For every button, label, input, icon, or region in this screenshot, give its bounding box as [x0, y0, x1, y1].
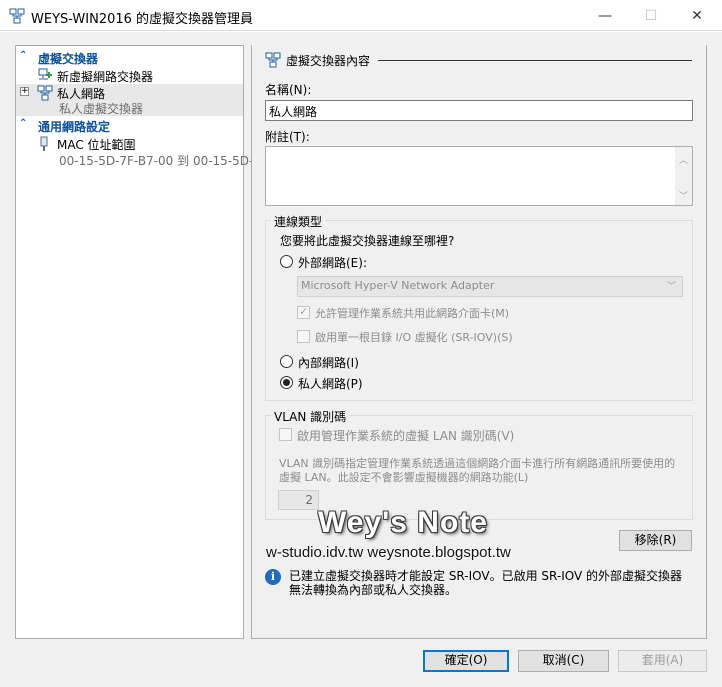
- tree-item-mac-range[interactable]: MAC 位址範圍 00-15-5D-7F-B7-00 到 00-15-5D-7.…: [16, 135, 272, 168]
- vlan-description: VLAN 識別碼指定管理作業系統透過這個網路介面卡進行所有網路通訊所要使用的虛擬…: [279, 457, 676, 484]
- network-switch-icon: [265, 52, 281, 71]
- external-network-label[interactable]: 外部網路(E):: [298, 254, 367, 271]
- cancel-button[interactable]: 取消(C): [518, 650, 609, 672]
- vlan-group-title: VLAN 識別碼: [271, 408, 350, 425]
- connection-question: 您要將此虛擬交換器連線至哪裡?: [280, 234, 455, 248]
- expand-plus-icon[interactable]: +: [20, 87, 29, 96]
- ok-button[interactable]: 確定(O): [423, 650, 509, 672]
- watermark-url: w-studio.idv.tw weysnote.blogspot.tw: [266, 544, 511, 561]
- vlan-enable-checkbox[interactable]: [279, 428, 292, 441]
- tree-item-new-switch[interactable]: 新虛擬網路交換器: [16, 67, 243, 84]
- name-label: 名稱(N):: [265, 83, 312, 97]
- window-title: WEYS-WIN2016 的虛擬交換器管理員: [31, 12, 254, 27]
- virtual-switch-manager-icon: [9, 8, 25, 24]
- tree-item-sublabel: 00-15-5D-7F-B7-00 到 00-15-5D-7...: [59, 154, 273, 168]
- properties-header: 虛擬交換器內容: [286, 54, 371, 68]
- adapter-value: Microsoft Hyper-V Network Adapter: [301, 279, 495, 292]
- chevron-down-icon: ﹀: [666, 282, 676, 292]
- allow-management-os-label[interactable]: 允許管理作業系統共用此網路介面卡(M): [315, 305, 509, 321]
- enable-sriov-checkbox[interactable]: [297, 330, 310, 343]
- mac-address-icon: [38, 136, 50, 155]
- tree-item-private-network[interactable]: + 私人網路 私人虛擬交換器: [16, 84, 243, 116]
- private-network-radio[interactable]: [280, 376, 293, 389]
- minimize-button[interactable]: —: [582, 0, 628, 31]
- internal-network-label[interactable]: 內部網路(I): [298, 354, 359, 371]
- network-adapter-select[interactable]: Microsoft Hyper-V Network Adapter ﹀: [297, 276, 683, 297]
- apply-button[interactable]: 套用(A): [618, 650, 707, 672]
- tree-item-sublabel: 私人虛擬交換器: [59, 102, 144, 116]
- notes-label: 附註(T):: [265, 130, 310, 144]
- notes-textarea[interactable]: [265, 146, 693, 206]
- name-input[interactable]: 私人網路: [265, 100, 693, 121]
- collapse-chevron-icon: ⌃: [19, 50, 28, 61]
- watermark-title: Wey's Note: [318, 506, 488, 539]
- allow-management-os-checkbox[interactable]: [297, 305, 310, 319]
- internal-network-radio[interactable]: [280, 355, 293, 368]
- external-network-radio[interactable]: [280, 255, 293, 268]
- header-divider: [378, 60, 692, 61]
- navigation-pane: ⌃ 虛擬交換器 新虛擬網路交換器 + 私人網路 私人虛擬交換器 ⌃ 通用網路設定…: [15, 45, 272, 639]
- section-virtual-switches[interactable]: ⌃ 虛擬交換器: [16, 49, 243, 66]
- vlan-enable-label[interactable]: 啟用管理作業系統的虛擬 LAN 識別碼(V): [297, 427, 514, 444]
- tree-item-label: 新虛擬網路交換器: [57, 70, 154, 84]
- maximize-button[interactable]: ☐: [628, 0, 674, 31]
- close-button[interactable]: ✕: [674, 0, 720, 31]
- private-network-label[interactable]: 私人網路(P): [298, 375, 363, 392]
- section-label: 通用網路設定: [38, 120, 111, 134]
- collapse-chevron-icon: ⌃: [19, 118, 28, 129]
- info-text: 已建立虛擬交換器時才能設定 SR-IOV。已啟用 SR-IOV 的外部虛擬交換器…: [289, 569, 683, 597]
- section-global-network-settings[interactable]: ⌃ 通用網路設定: [16, 117, 243, 134]
- title-bar: WEYS-WIN2016 的虛擬交換器管理員 — ☐ ✕: [0, 0, 722, 31]
- section-label: 虛擬交換器: [38, 52, 99, 66]
- scroll-down-icon[interactable]: ﹀: [679, 189, 688, 202]
- tree-item-label: MAC 位址範圍: [57, 138, 136, 152]
- scroll-up-icon[interactable]: ︿: [679, 153, 688, 166]
- notes-scrollbar[interactable]: ︿ ﹀: [675, 147, 692, 205]
- network-switch-icon: [37, 85, 53, 104]
- remove-button[interactable]: 移除(R): [619, 530, 692, 551]
- enable-sriov-label[interactable]: 啟用單一根目錄 I/O 虛擬化 (SR-IOV)(S): [315, 329, 513, 345]
- vlan-id-input[interactable]: 2: [278, 490, 319, 510]
- info-icon: i: [265, 569, 281, 585]
- connection-type-title: 連線類型: [271, 213, 326, 230]
